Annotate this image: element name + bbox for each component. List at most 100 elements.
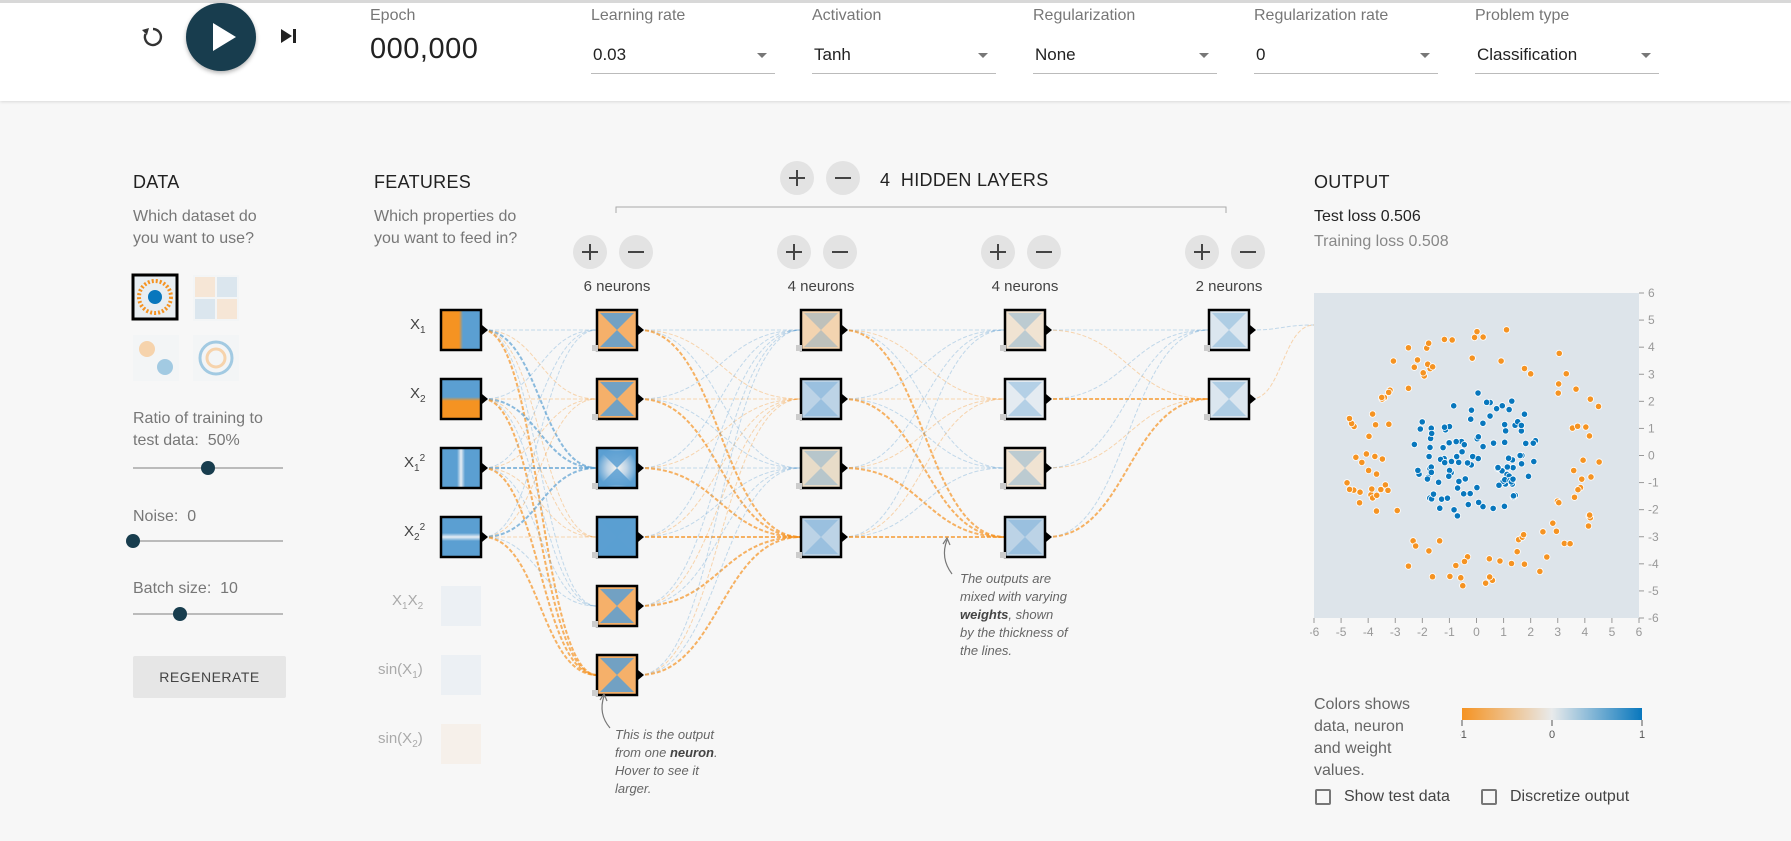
neuron[interactable] bbox=[796, 377, 848, 421]
neuron[interactable] bbox=[592, 653, 644, 697]
feature-node[interactable] bbox=[439, 308, 488, 352]
y-tick-label: 6 bbox=[1648, 286, 1655, 300]
weight-link[interactable] bbox=[482, 536, 598, 607]
feature-node[interactable] bbox=[439, 515, 488, 559]
show-test-data-checkbox[interactable] bbox=[1315, 789, 1331, 805]
neuron[interactable] bbox=[1000, 515, 1052, 559]
add-neuron-button[interactable] bbox=[1185, 235, 1219, 269]
neuron[interactable] bbox=[796, 308, 848, 352]
data-point bbox=[1527, 370, 1535, 378]
neuron[interactable] bbox=[592, 308, 644, 352]
data-point bbox=[1435, 478, 1443, 486]
discretize-output-label: Discretize output bbox=[1510, 788, 1630, 805]
bias-marker[interactable] bbox=[1000, 414, 1006, 420]
neuron[interactable] bbox=[592, 515, 644, 559]
remove-neuron-button[interactable] bbox=[823, 235, 857, 269]
bias-marker[interactable] bbox=[592, 483, 598, 489]
bias-marker[interactable] bbox=[796, 483, 802, 489]
data-point bbox=[1517, 460, 1526, 468]
neuron[interactable] bbox=[1000, 308, 1052, 352]
bias-marker[interactable] bbox=[1204, 414, 1210, 420]
remove-neuron-button[interactable] bbox=[1027, 235, 1061, 269]
color-legend: -1 0 1 bbox=[1460, 708, 1645, 741]
neuron[interactable] bbox=[1204, 377, 1256, 421]
bias-marker[interactable] bbox=[1000, 483, 1006, 489]
bias-marker[interactable] bbox=[796, 414, 802, 420]
data-point bbox=[1418, 418, 1426, 426]
weight-link[interactable] bbox=[842, 329, 1006, 400]
remove-neuron-button[interactable] bbox=[1231, 235, 1265, 269]
bias-marker[interactable] bbox=[796, 345, 802, 351]
bias-marker[interactable] bbox=[592, 621, 598, 627]
node-output-icon bbox=[842, 532, 848, 542]
weight-link[interactable] bbox=[638, 329, 802, 400]
neuron[interactable] bbox=[592, 446, 644, 490]
data-point bbox=[1562, 370, 1570, 378]
neuron[interactable] bbox=[796, 515, 848, 559]
data-point bbox=[1475, 498, 1483, 507]
plus-icon bbox=[1194, 244, 1210, 260]
y-tick-label: -2 bbox=[1648, 503, 1659, 517]
x-tick-label: -1 bbox=[1444, 625, 1455, 639]
neuron[interactable] bbox=[592, 584, 644, 628]
data-point bbox=[1368, 410, 1377, 418]
remove-neuron-button[interactable] bbox=[619, 235, 653, 269]
weight-link[interactable] bbox=[842, 329, 1006, 538]
bias-marker[interactable] bbox=[1000, 345, 1006, 351]
plus-icon bbox=[990, 244, 1006, 260]
neuron[interactable] bbox=[796, 446, 848, 490]
plus-icon bbox=[786, 244, 802, 260]
data-point bbox=[1473, 328, 1481, 336]
data-point bbox=[1385, 420, 1393, 428]
data-point bbox=[1486, 412, 1494, 420]
weight-link[interactable] bbox=[1046, 398, 1210, 538]
feature-node[interactable] bbox=[441, 586, 481, 626]
weight-link[interactable] bbox=[482, 536, 598, 676]
add-neuron-button[interactable] bbox=[981, 235, 1015, 269]
neuron[interactable] bbox=[1000, 446, 1052, 490]
x-tick-label: 2 bbox=[1527, 625, 1534, 639]
neuron[interactable] bbox=[1000, 377, 1052, 421]
data-point bbox=[1539, 528, 1547, 536]
data-point bbox=[1587, 473, 1595, 481]
bias-marker[interactable] bbox=[592, 345, 598, 351]
weight-link[interactable] bbox=[1046, 329, 1210, 400]
weight-link[interactable] bbox=[638, 536, 802, 676]
data-point bbox=[1450, 402, 1458, 410]
weight-link[interactable] bbox=[1250, 324, 1315, 400]
feature-node[interactable] bbox=[441, 724, 481, 764]
data-point bbox=[1440, 335, 1449, 344]
weight-link[interactable] bbox=[638, 329, 802, 538]
node-output-icon bbox=[842, 394, 848, 404]
weight-link[interactable] bbox=[842, 467, 1006, 538]
data-point bbox=[1352, 453, 1360, 461]
y-tick-label: -5 bbox=[1648, 584, 1659, 598]
bias-marker[interactable] bbox=[592, 414, 598, 420]
annotation-arrow-icon bbox=[599, 692, 611, 729]
add-neuron-button[interactable] bbox=[777, 235, 811, 269]
data-point bbox=[1516, 451, 1524, 460]
discretize-output-checkbox[interactable] bbox=[1481, 789, 1497, 805]
bias-marker[interactable] bbox=[796, 552, 802, 558]
feature-node[interactable] bbox=[441, 655, 481, 695]
weight-link[interactable] bbox=[638, 467, 802, 676]
data-point bbox=[1503, 463, 1511, 471]
weight-link[interactable] bbox=[638, 329, 802, 676]
bias-marker[interactable] bbox=[1000, 552, 1006, 558]
add-neuron-button[interactable] bbox=[573, 235, 607, 269]
bias-marker[interactable] bbox=[1204, 345, 1210, 351]
data-point bbox=[1356, 488, 1364, 496]
data-point bbox=[1404, 344, 1413, 352]
data-point bbox=[1378, 393, 1386, 402]
y-tick-label: 5 bbox=[1648, 313, 1655, 327]
weight-link[interactable] bbox=[482, 467, 598, 538]
neuron[interactable] bbox=[592, 377, 644, 421]
data-point bbox=[1496, 557, 1504, 565]
feature-node[interactable] bbox=[439, 446, 488, 490]
bias-marker[interactable] bbox=[592, 552, 598, 558]
data-point bbox=[1507, 559, 1516, 568]
weight-link[interactable] bbox=[1046, 329, 1210, 538]
neuron[interactable] bbox=[1204, 308, 1256, 352]
y-tick-label: 1 bbox=[1648, 421, 1655, 435]
feature-node[interactable] bbox=[439, 377, 488, 421]
